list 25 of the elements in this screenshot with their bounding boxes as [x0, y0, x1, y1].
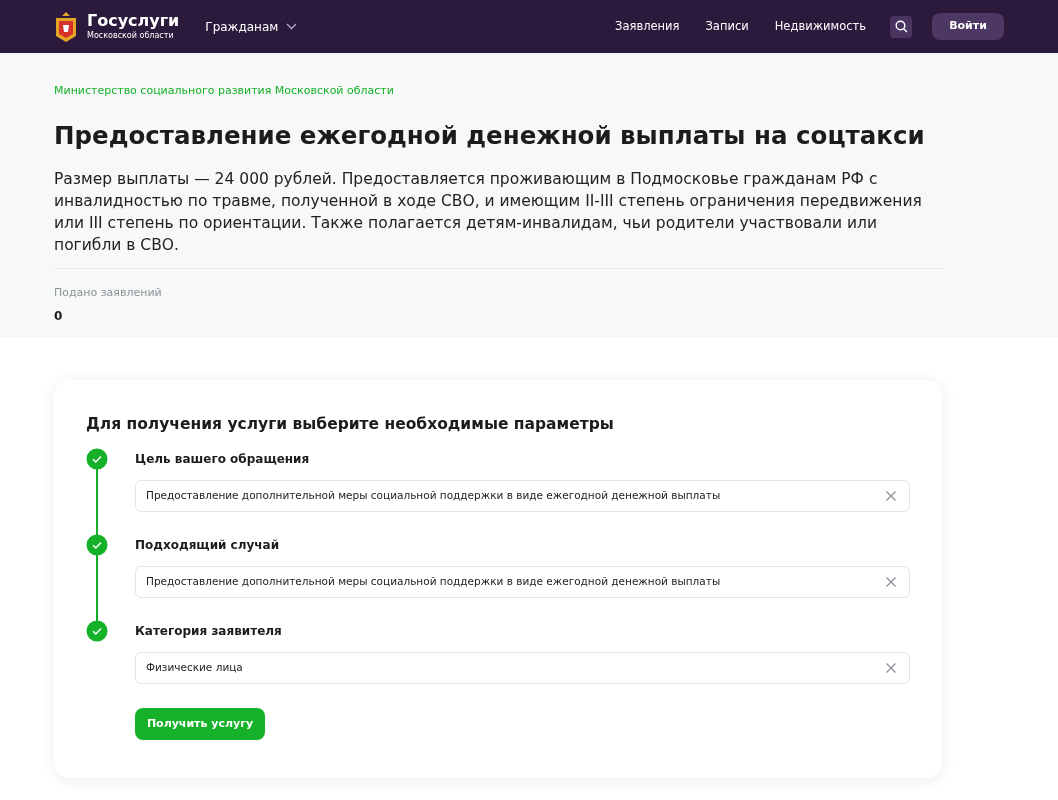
step-label: Категория заявителя: [135, 623, 283, 640]
search-icon: [894, 20, 908, 33]
select-field[interactable]: Предоставление дополнительной меры социальной поддержки в виде ежегодной денежной выплаты: [135, 480, 910, 512]
logo-subtitle: Московской области: [87, 32, 175, 40]
chevron-down-icon: [286, 23, 298, 30]
clear-icon[interactable]: [885, 490, 897, 502]
citizens-menu[interactable]: Гражданам: [205, 17, 298, 36]
nav-link[interactable]: Записи: [705, 17, 749, 36]
stat-value: 0: [54, 308, 64, 325]
clear-icon[interactable]: [885, 576, 897, 588]
service-description: Размер выплаты — 24 000 рублей. Предоставляется проживающим в Подмосковье гражданам РФ с инвалидностью по травме, полученной в ходе СВО, и имеющим II-III степень ограничения передвижения или III степень по ориентации. Также полагается детям-инвалидам, чьи родители участвовали или погибли в СВО.: [54, 168, 923, 256]
form-title: Для получения услуги выберите необходимые параметры: [86, 414, 615, 434]
step-label: Подходящий случай: [135, 537, 281, 554]
search-button[interactable]: [890, 15, 912, 38]
step-label: Цель вашего обращения: [135, 451, 311, 468]
login-button[interactable]: Войти: [932, 13, 1004, 40]
select-field[interactable]: Предоставление дополнительной меры социальной поддержки в виде ежегодной денежной выплаты: [135, 566, 910, 598]
stat-label: Подано заявлений: [54, 284, 163, 301]
coat-of-arms-icon[interactable]: [54, 11, 78, 42]
page-title: Предоставление ежегодной денежной выплаты на соцтакси: [54, 119, 926, 152]
select-field[interactable]: Физические лица: [135, 652, 910, 684]
clear-icon[interactable]: [885, 662, 897, 674]
nav-link[interactable]: Заявления: [615, 17, 680, 36]
nav-link[interactable]: Недвижимость: [774, 17, 866, 36]
logo-title: Госуслуги: [87, 13, 180, 29]
